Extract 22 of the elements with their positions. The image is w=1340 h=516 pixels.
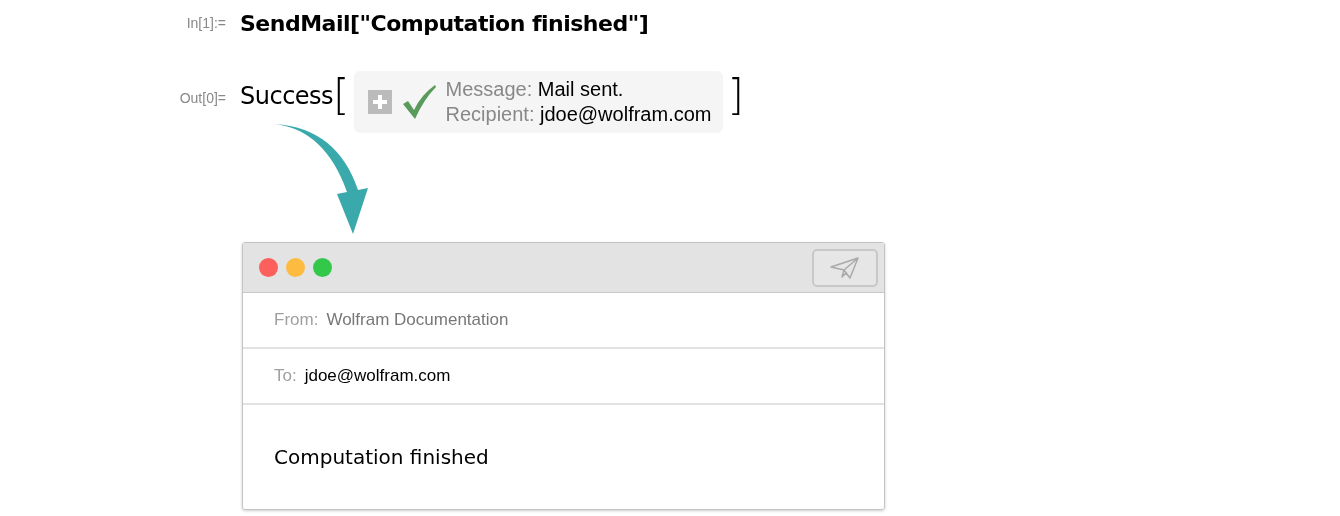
output-head: Success xyxy=(240,82,334,110)
expand-icon[interactable] xyxy=(367,90,392,114)
bracket: ] xyxy=(727,75,744,117)
field-value: Mail sent. xyxy=(537,78,624,100)
to-label: To: xyxy=(274,366,297,386)
input-code: SendMail["Computation finished"] xyxy=(240,10,650,36)
field-value: jdoe@wolfram.com xyxy=(540,103,712,125)
cell-label: In[1]:= xyxy=(186,15,226,31)
paper-plane-icon xyxy=(830,255,860,280)
minimize-button[interactable] xyxy=(286,258,305,277)
curved-arrow-icon xyxy=(275,122,370,236)
bracket: [ xyxy=(333,75,350,117)
field-name: Message: xyxy=(445,78,533,100)
zoom-button[interactable] xyxy=(313,258,332,277)
message-body: Computation finished xyxy=(274,445,489,469)
send-button[interactable] xyxy=(812,248,878,287)
recipient-address: jdoe@wolfram.com xyxy=(304,366,451,386)
cell-label: Out[0]= xyxy=(179,89,226,106)
from-label: From: xyxy=(274,310,319,330)
close-button[interactable] xyxy=(259,258,278,277)
field-name: Recipient: xyxy=(445,103,535,125)
sender-name: Wolfram Documentation xyxy=(326,310,509,330)
